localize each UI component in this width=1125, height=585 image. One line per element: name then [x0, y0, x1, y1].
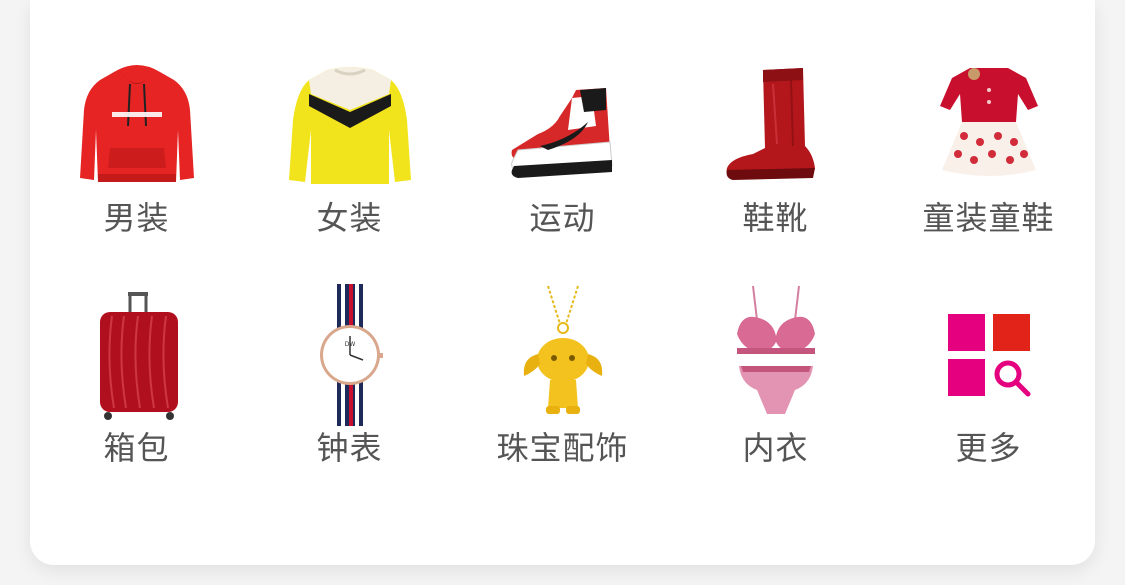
- svg-text:DW: DW: [344, 341, 355, 348]
- category-card: 男装 女装 运动 鞋靴 童装童鞋 箱包 DW 钟表 珠宝配饰 内衣 更多: [30, 0, 1095, 565]
- kids-dress-icon: [914, 50, 1064, 200]
- category-item-kids[interactable]: 童装童鞋: [882, 50, 1095, 280]
- category-item-shoes[interactable]: 鞋靴: [669, 50, 882, 280]
- category-label: 运动: [529, 199, 596, 237]
- gold-pendant-icon: [488, 280, 638, 430]
- category-item-more[interactable]: 更多: [882, 280, 1095, 510]
- category-item-watches[interactable]: DW 钟表: [243, 280, 456, 510]
- category-label: 男装: [103, 199, 170, 237]
- red-hoodie-icon: [62, 50, 212, 200]
- sneaker-icon: [488, 50, 638, 200]
- luggage-icon: [62, 280, 212, 430]
- category-grid: 男装 女装 运动 鞋靴 童装童鞋 箱包 DW 钟表 珠宝配饰 内衣 更多: [30, 50, 1095, 510]
- category-label: 内衣: [742, 429, 809, 467]
- category-label: 女装: [316, 199, 383, 237]
- category-label: 童装童鞋: [922, 199, 1055, 237]
- category-item-jewelry[interactable]: 珠宝配饰: [456, 280, 669, 510]
- lingerie-icon: [701, 280, 851, 430]
- category-label: 钟表: [316, 429, 383, 467]
- category-item-womens[interactable]: 女装: [243, 50, 456, 280]
- watch-icon: DW: [275, 280, 425, 430]
- red-boot-icon: [701, 50, 851, 200]
- category-label: 珠宝配饰: [496, 429, 629, 467]
- more-grid-search-icon: [914, 280, 1064, 430]
- category-item-sports[interactable]: 运动: [456, 50, 669, 280]
- category-item-luggage[interactable]: 箱包: [30, 280, 243, 510]
- category-item-mens[interactable]: 男装: [30, 50, 243, 280]
- category-item-lingerie[interactable]: 内衣: [669, 280, 882, 510]
- yellow-sweater-icon: [275, 50, 425, 200]
- category-label: 鞋靴: [742, 199, 809, 237]
- category-label: 箱包: [103, 429, 170, 467]
- category-label: 更多: [955, 429, 1022, 467]
